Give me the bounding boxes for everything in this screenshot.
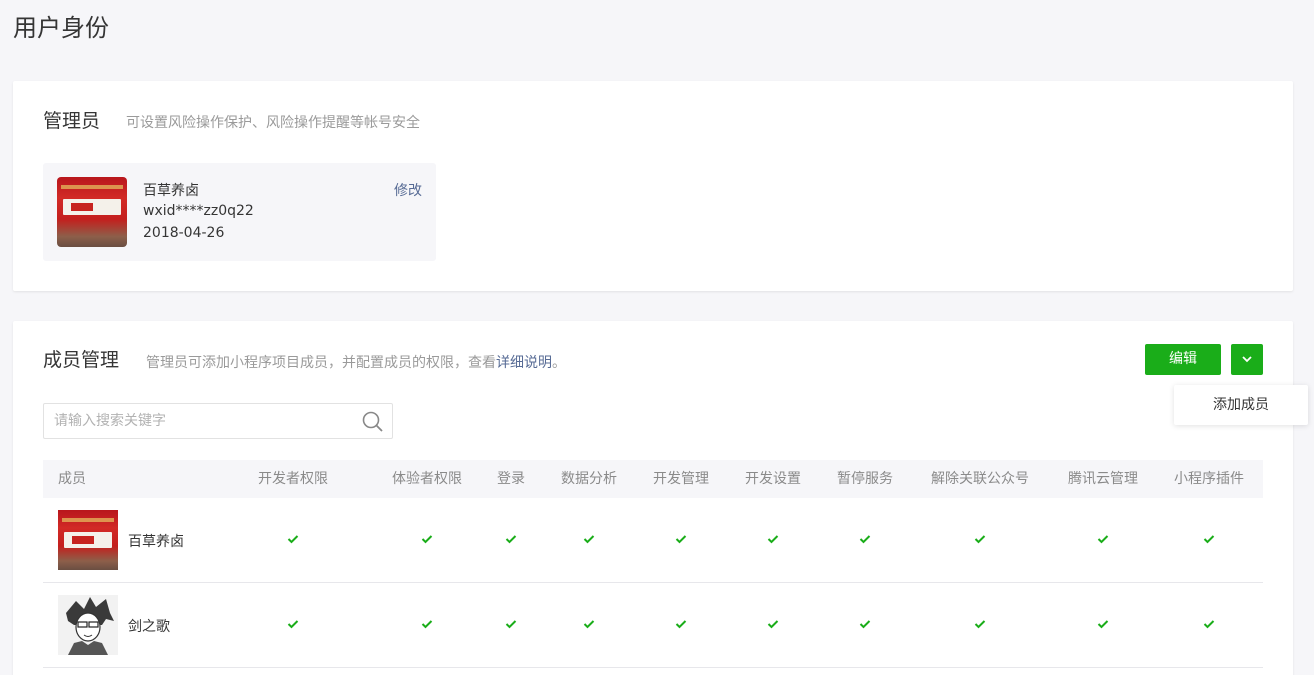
column-header-plugins: 小程序插件 [1174,471,1244,487]
check-icon [675,535,687,544]
more-dropdown-menu: 添加成员 [1174,385,1308,425]
members-description-text: 管理员可添加小程序项目成员，并配置成员的权限，查看 [146,355,496,371]
edit-button[interactable]: 编辑 [1145,344,1221,375]
search-icon[interactable] [362,411,384,433]
column-header-tester: 体验者权限 [392,471,462,487]
table-row: 百草养卤 [43,498,1263,583]
members-description-suffix: 。 [552,355,566,371]
admin-info-box: 百草养卤 wxid****zz0q22 2018-04-26 修改 [43,163,436,261]
check-icon [421,620,433,629]
check-icon [287,535,299,544]
check-icon [859,535,871,544]
check-icon [675,620,687,629]
admin-section-description: 可设置风险操作保护、风险操作提醒等帐号安全 [126,115,420,131]
column-header-unbind-account: 解除关联公众号 [931,471,1029,487]
add-member-menu-item[interactable]: 添加成员 [1174,385,1308,425]
check-icon [974,535,986,544]
table-header: 成员 开发者权限 体验者权限 登录 数据分析 开发管理 开发设置 暂停服务 解除… [43,460,1263,498]
more-dropdown-button[interactable] [1231,344,1263,375]
search-box [43,403,393,439]
column-header-tencent-cloud: 腾讯云管理 [1068,471,1138,487]
check-icon [767,620,779,629]
members-section-description: 管理员可添加小程序项目成员，并配置成员的权限，查看详细说明。 [146,352,566,372]
members-section-title: 成员管理 [43,349,120,371]
search-input[interactable] [44,404,354,438]
column-header-dev-management: 开发管理 [653,471,709,487]
details-link[interactable]: 详细说明 [496,355,552,371]
check-icon [583,535,595,544]
check-icon [767,535,779,544]
check-icon [583,620,595,629]
check-icon [1203,535,1215,544]
column-header-pause-service: 暂停服务 [837,471,893,487]
members-card: 成员管理 管理员可添加小程序项目成员，并配置成员的权限，查看详细说明。 编辑 成… [13,321,1293,675]
avatar [58,510,118,570]
modify-admin-link[interactable]: 修改 [394,180,422,200]
avatar [58,595,118,655]
column-header-dev-settings: 开发设置 [745,471,801,487]
check-icon [505,620,517,629]
member-name: 百草养卤 [128,534,184,550]
check-icon [505,535,517,544]
admin-date: 2018-04-26 [143,225,225,241]
column-header-member: 成员 [58,471,86,487]
member-name: 剑之歌 [128,619,170,635]
admin-wechat-id: wxid****zz0q22 [143,203,254,219]
admin-name: 百草养卤 [143,183,199,199]
members-table: 成员 开发者权限 体验者权限 登录 数据分析 开发管理 开发设置 暂停服务 解除… [43,460,1263,668]
check-icon [859,620,871,629]
check-icon [1203,620,1215,629]
check-icon [421,535,433,544]
column-header-developer: 开发者权限 [258,471,328,487]
table-row: 剑之歌 [43,583,1263,668]
avatar [57,177,127,247]
check-icon [1097,535,1109,544]
check-icon [974,620,986,629]
check-icon [1097,620,1109,629]
column-header-analytics: 数据分析 [561,471,617,487]
admin-section-title: 管理员 [43,110,101,132]
page-title: 用户身份 [13,14,109,42]
admin-card: 管理员 可设置风险操作保护、风险操作提醒等帐号安全 百草养卤 wxid****z… [13,81,1293,291]
chevron-down-icon [1242,356,1252,363]
column-header-login: 登录 [497,471,525,487]
check-icon [287,620,299,629]
